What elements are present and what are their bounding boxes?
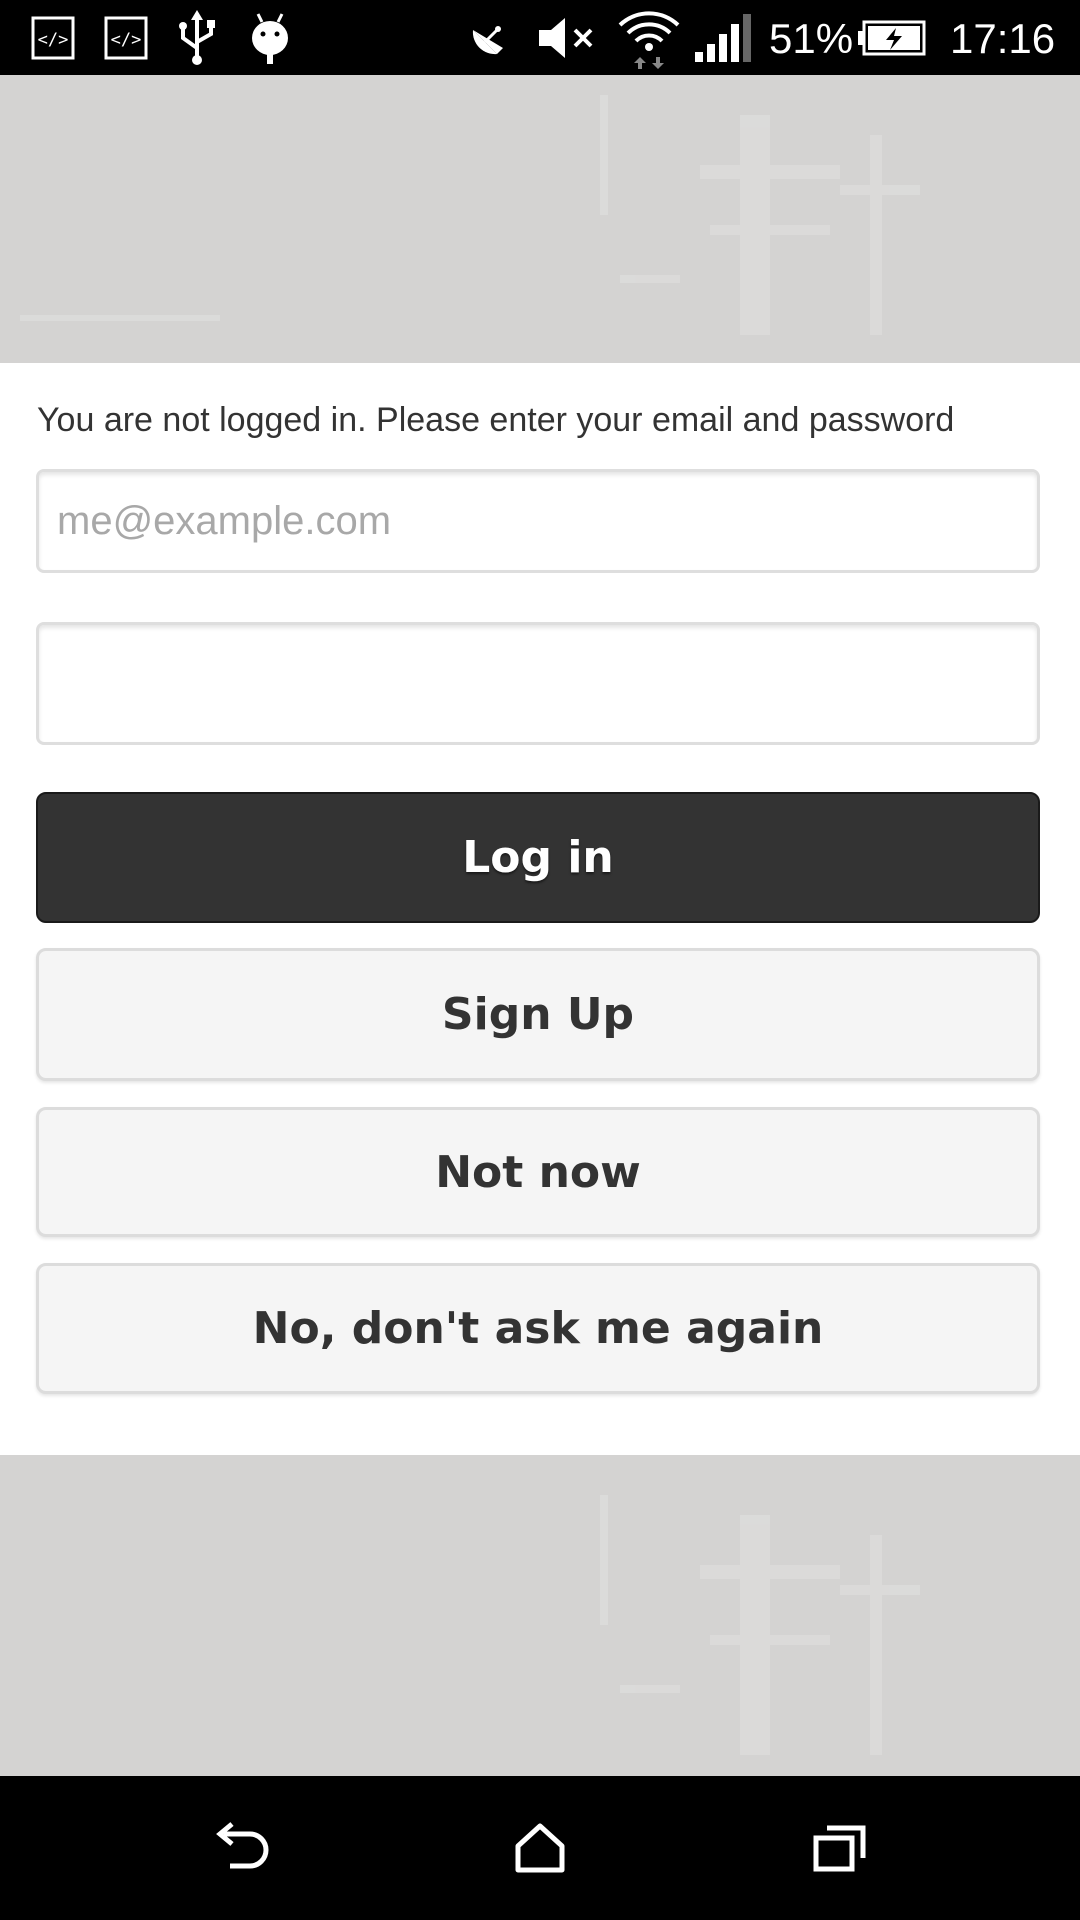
svg-text:</>: </> [111,30,142,50]
android-debug-icon [245,0,295,75]
svg-text:</>: </> [38,30,69,50]
volume-muted-icon [536,0,600,75]
login-prompt: You are not logged in. Please enter your… [37,401,955,439]
recents-button[interactable] [740,1776,940,1920]
code-icon: </> [28,0,78,75]
navigation-bar [0,1776,1080,1920]
not-now-button[interactable]: Not now [36,1107,1040,1237]
satellite-dish-icon [464,0,514,75]
texture-decoration [20,95,920,335]
dont-ask-again-button[interactable]: No, don't ask me again [36,1263,1040,1394]
battery-percent: 51% [769,15,854,62]
cell-signal-icon [692,0,752,75]
password-input[interactable] [39,625,1037,742]
password-field[interactable] [36,622,1040,745]
header-background [0,75,1080,363]
battery-charging-icon [856,0,926,75]
login-panel: You are not logged in. Please enter your… [0,363,1080,1455]
back-button[interactable] [140,1776,340,1920]
status-bar: </> </> 51% 17:16 [0,0,1080,75]
clock: 17:16 [950,15,1056,62]
email-field[interactable] [36,469,1040,573]
login-button[interactable]: Log in [36,792,1040,923]
footer-background [0,1455,1080,1776]
back-icon [216,1822,269,1869]
home-icon [515,1823,565,1873]
usb-icon [172,0,222,75]
recents-icon [813,1825,866,1872]
texture-decoration [600,1495,920,1755]
code-icon: </> [101,0,151,75]
email-input[interactable] [39,472,1037,570]
home-button[interactable] [440,1776,640,1920]
signup-button[interactable]: Sign Up [36,948,1040,1081]
wifi-icon [614,0,684,75]
